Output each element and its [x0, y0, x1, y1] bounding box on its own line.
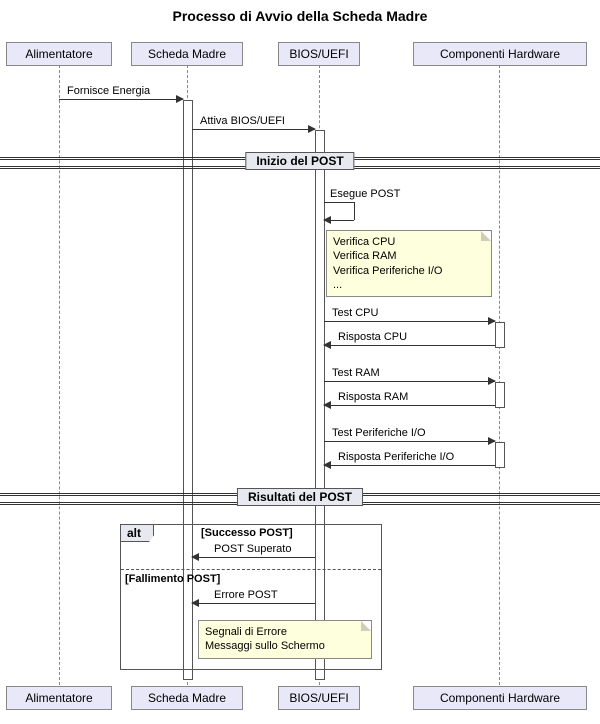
note2-line-1: Segnali di Errore — [205, 625, 365, 639]
label-post-superato: POST Superato — [214, 543, 291, 555]
label-test-ram: Test RAM — [332, 367, 380, 379]
divider-label-risultati: Risultati del POST — [237, 488, 363, 506]
diagram-title: Processo di Avvio della Scheda Madre — [0, 0, 600, 30]
guard-successo: [Successo POST] — [201, 527, 293, 539]
participant-alimentatore-bottom: Alimentatore — [6, 686, 112, 710]
sequence-diagram: Alimentatore Scheda Madre BIOS/UEFI Comp… — [0, 30, 600, 720]
note-line-2: Verifica RAM — [333, 249, 485, 263]
participant-componenti-top: Componenti Hardware — [413, 42, 587, 66]
note-errore: Segnali di Errore Messaggi sullo Schermo — [198, 620, 372, 659]
note-verifiche: Verifica CPU Verifica RAM Verifica Perif… — [326, 230, 492, 297]
participant-scheda-madre-bottom: Scheda Madre — [131, 686, 243, 710]
note-line-4: ... — [333, 278, 485, 292]
label-attiva-bios: Attiva BIOS/UEFI — [200, 115, 285, 127]
arrow-post-superato: POST Superato — [192, 546, 315, 560]
note-line-1: Verifica CPU — [333, 235, 485, 249]
alt-separator — [121, 569, 381, 570]
label-risposta-cpu: Risposta CPU — [338, 331, 407, 343]
note2-line-2: Messaggi sullo Schermo — [205, 639, 365, 653]
participant-bios-uefi-bottom: BIOS/UEFI — [278, 686, 360, 710]
arrow-attiva-bios: Attiva BIOS/UEFI — [192, 118, 315, 132]
label-test-cpu: Test CPU — [332, 307, 378, 319]
arrow-test-cpu: Test CPU — [324, 310, 495, 324]
arrow-errore-post: Errore POST — [192, 592, 315, 606]
activation-comp-3 — [495, 442, 505, 468]
label-fornisce-energia: Fornisce Energia — [67, 85, 150, 97]
divider-inizio-post: Inizio del POST — [0, 152, 600, 174]
arrow-risposta-cpu: Risposta CPU — [324, 334, 495, 348]
arrow-test-ram: Test RAM — [324, 370, 495, 384]
divider-label-inizio: Inizio del POST — [245, 152, 354, 170]
label-risposta-periferiche: Risposta Periferiche I/O — [338, 451, 454, 463]
arrow-test-periferiche: Test Periferiche I/O — [324, 430, 495, 444]
participant-alimentatore-top: Alimentatore — [6, 42, 112, 66]
arrow-risposta-periferiche: Risposta Periferiche I/O — [324, 454, 495, 468]
label-test-periferiche: Test Periferiche I/O — [332, 427, 426, 439]
label-risposta-ram: Risposta RAM — [338, 391, 408, 403]
participant-componenti-bottom: Componenti Hardware — [413, 686, 587, 710]
divider-risultati-post: Risultati del POST — [0, 488, 600, 510]
activation-comp-1 — [495, 322, 505, 348]
label-errore-post: Errore POST — [214, 589, 278, 601]
note-line-3: Verifica Periferiche I/O — [333, 264, 485, 278]
activation-comp-2 — [495, 382, 505, 408]
alt-label: alt — [121, 525, 154, 542]
label-esegue-post: Esegue POST — [330, 188, 400, 200]
participant-bios-uefi-top: BIOS/UEFI — [278, 42, 360, 66]
arrow-fornisce-energia: Fornisce Energia — [59, 88, 183, 102]
participant-scheda-madre-top: Scheda Madre — [131, 42, 243, 66]
guard-fallimento: [Fallimento POST] — [125, 573, 220, 585]
arrow-risposta-ram: Risposta RAM — [324, 394, 495, 408]
